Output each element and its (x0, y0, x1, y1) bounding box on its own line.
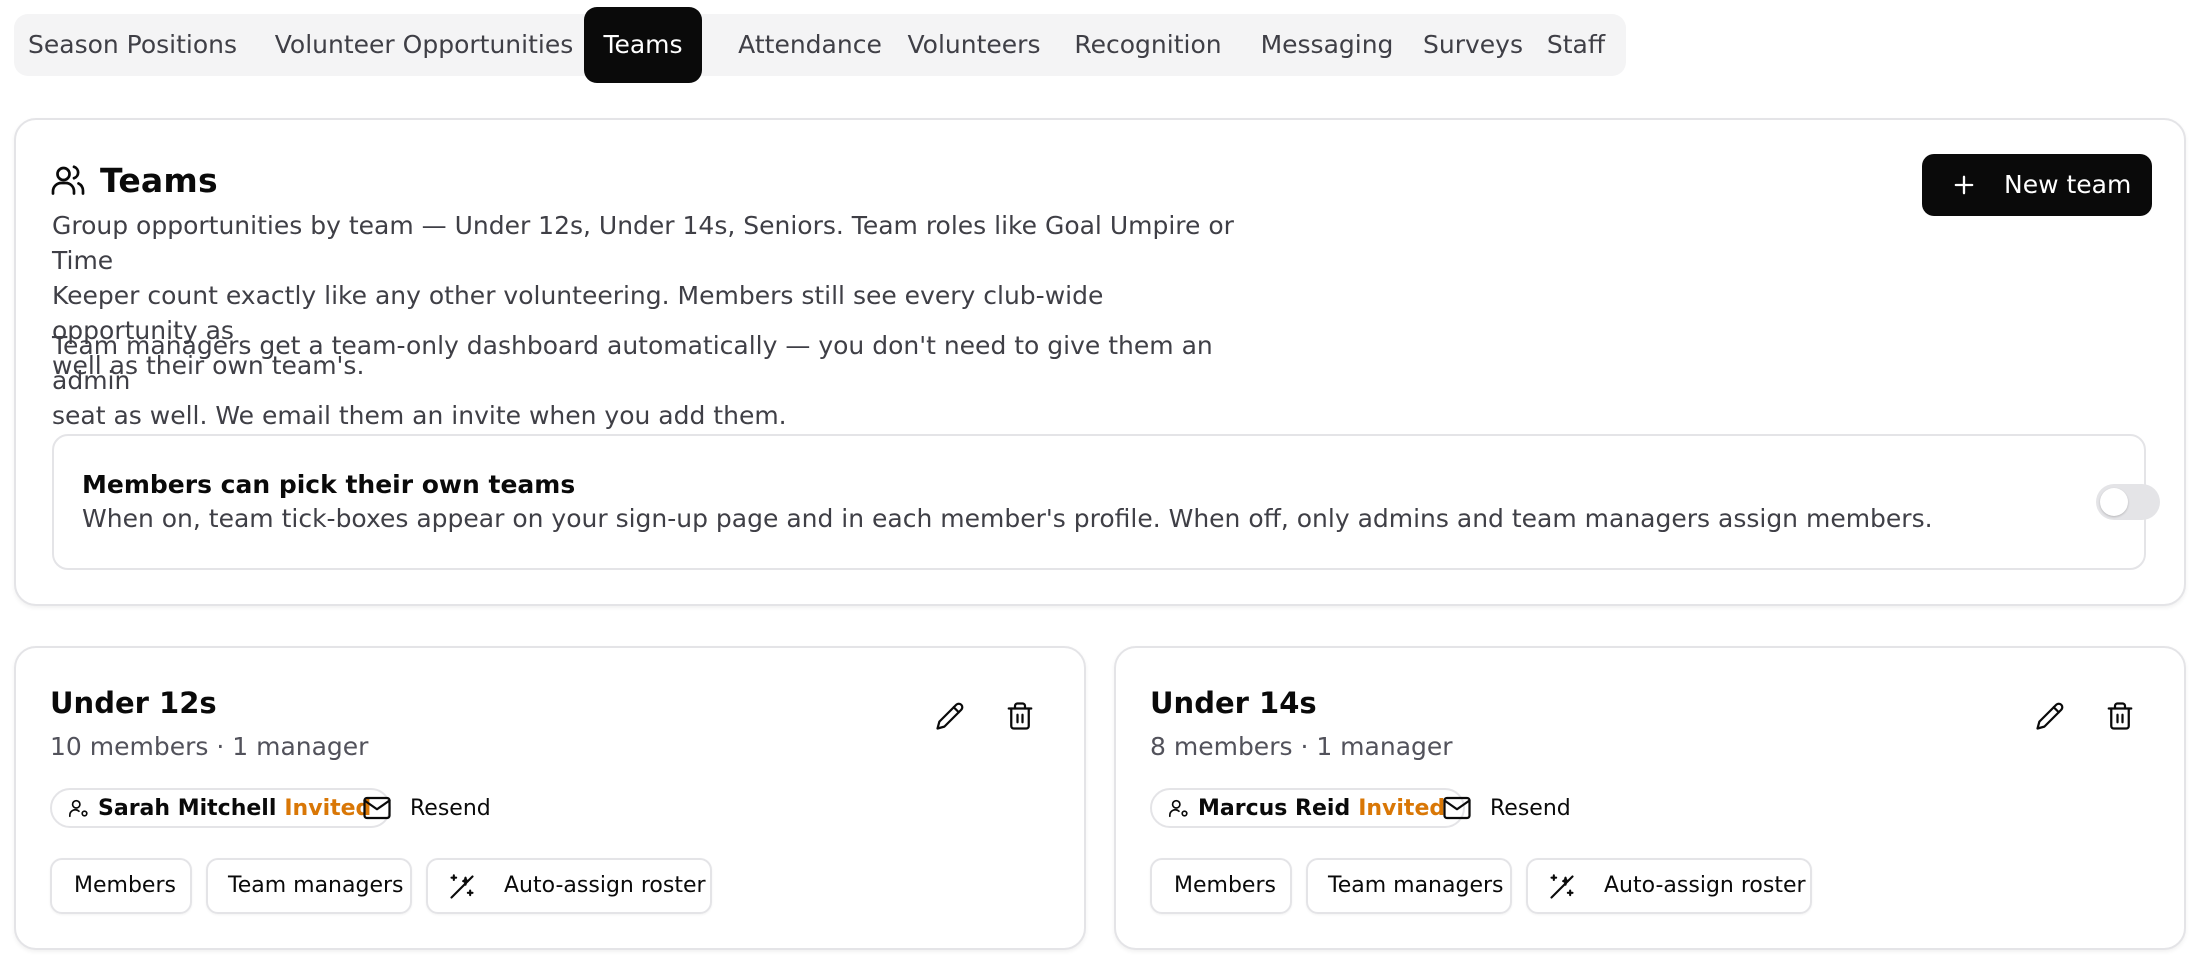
trash-icon (1007, 702, 1033, 730)
description-line: seat as well. We email them an invite wh… (52, 401, 787, 430)
users-icon (51, 165, 85, 195)
manager-status-badge: Invited (1358, 795, 1446, 821)
manager-badge: Sarah Mitchell Invited (50, 788, 392, 828)
pencil-icon (2036, 702, 2064, 730)
manager-status-badge: Invited (284, 795, 372, 821)
teams-overview-card: Teams Group opportunities by team — Unde… (14, 118, 2186, 606)
tab-messaging[interactable]: Messaging (1242, 14, 1412, 76)
team-managers-button[interactable]: Team managers (1306, 858, 1512, 914)
resend-invite-button[interactable]: Resend (1442, 788, 1571, 828)
magic-wand-icon (450, 874, 474, 899)
team-managers-label: Team managers (1328, 873, 1504, 898)
toggle-knob (2100, 488, 2128, 516)
manager-badge: Marcus Reid Invited (1150, 788, 1466, 828)
plus-icon (1954, 175, 1974, 195)
new-team-button[interactable]: New team (1922, 154, 2152, 216)
auto-assign-label: Auto-assign roster (504, 873, 706, 898)
resend-label: Resend (410, 795, 491, 821)
edit-team-button[interactable] (930, 696, 970, 736)
members-label: Members (1174, 873, 1276, 898)
team-managers-description: Team managers get a team-only dashboard … (52, 328, 1242, 433)
tab-volunteers[interactable]: Volunteers (894, 14, 1054, 76)
tab-attendance[interactable]: Attendance (720, 14, 900, 76)
edit-team-button[interactable] (2030, 696, 2070, 736)
tab-recognition[interactable]: Recognition (1058, 14, 1238, 76)
new-team-label: New team (2004, 170, 2132, 199)
auto-assign-label: Auto-assign roster (1604, 873, 1806, 898)
team-card: Under 14s 8 members · 1 manager Marcus R… (1114, 646, 2186, 950)
team-summary: 8 members · 1 manager (1150, 732, 1453, 761)
members-label: Members (74, 873, 176, 898)
members-button[interactable]: Members (50, 858, 192, 914)
tab-staff[interactable]: Staff (1538, 14, 1614, 76)
auto-assign-roster-button[interactable]: Auto-assign roster (426, 858, 712, 914)
page-title: Teams (100, 160, 218, 200)
team-summary: 10 members · 1 manager (50, 732, 369, 761)
members-button[interactable]: Members (1150, 858, 1292, 914)
manager-name: Marcus Reid (1198, 795, 1351, 821)
tab-volunteer-opportunities[interactable]: Volunteer Opportunities (270, 14, 578, 76)
resend-label: Resend (1490, 795, 1571, 821)
user-cog-icon (1169, 799, 1188, 818)
team-managers-label: Team managers (228, 873, 404, 898)
setting-description: When on, team tick-boxes appear on your … (82, 504, 1933, 533)
team-name: Under 12s (50, 686, 217, 720)
team-managers-button[interactable]: Team managers (206, 858, 412, 914)
mail-icon (363, 796, 391, 820)
pencil-icon (936, 702, 964, 730)
team-card: Under 12s 10 members · 1 manager Sarah M… (14, 646, 1086, 950)
tab-season-positions[interactable]: Season Positions (28, 14, 237, 76)
user-cog-icon (69, 799, 88, 818)
self-select-teams-setting: Members can pick their own teams When on… (52, 434, 2160, 570)
trash-icon (2107, 702, 2133, 730)
tab-surveys[interactable]: Surveys (1408, 14, 1538, 76)
description-line: Group opportunities by team — Under 12s,… (52, 211, 1234, 275)
tab-teams[interactable]: Teams (584, 7, 702, 83)
manager-name: Sarah Mitchell (98, 795, 277, 821)
resend-invite-button[interactable]: Resend (362, 788, 491, 828)
setting-title: Members can pick their own teams (82, 470, 576, 499)
self-select-teams-toggle[interactable] (2096, 484, 2160, 520)
section-tab-bar: Season Positions Volunteer Opportunities… (14, 7, 1626, 83)
auto-assign-roster-button[interactable]: Auto-assign roster (1526, 858, 1812, 914)
delete-team-button[interactable] (2100, 696, 2140, 736)
mail-icon (1443, 796, 1471, 820)
delete-team-button[interactable] (1000, 696, 1040, 736)
magic-wand-icon (1550, 874, 1574, 899)
team-name: Under 14s (1150, 686, 1317, 720)
page-title-row: Teams (50, 158, 218, 202)
description-line: Team managers get a team-only dashboard … (52, 331, 1213, 395)
